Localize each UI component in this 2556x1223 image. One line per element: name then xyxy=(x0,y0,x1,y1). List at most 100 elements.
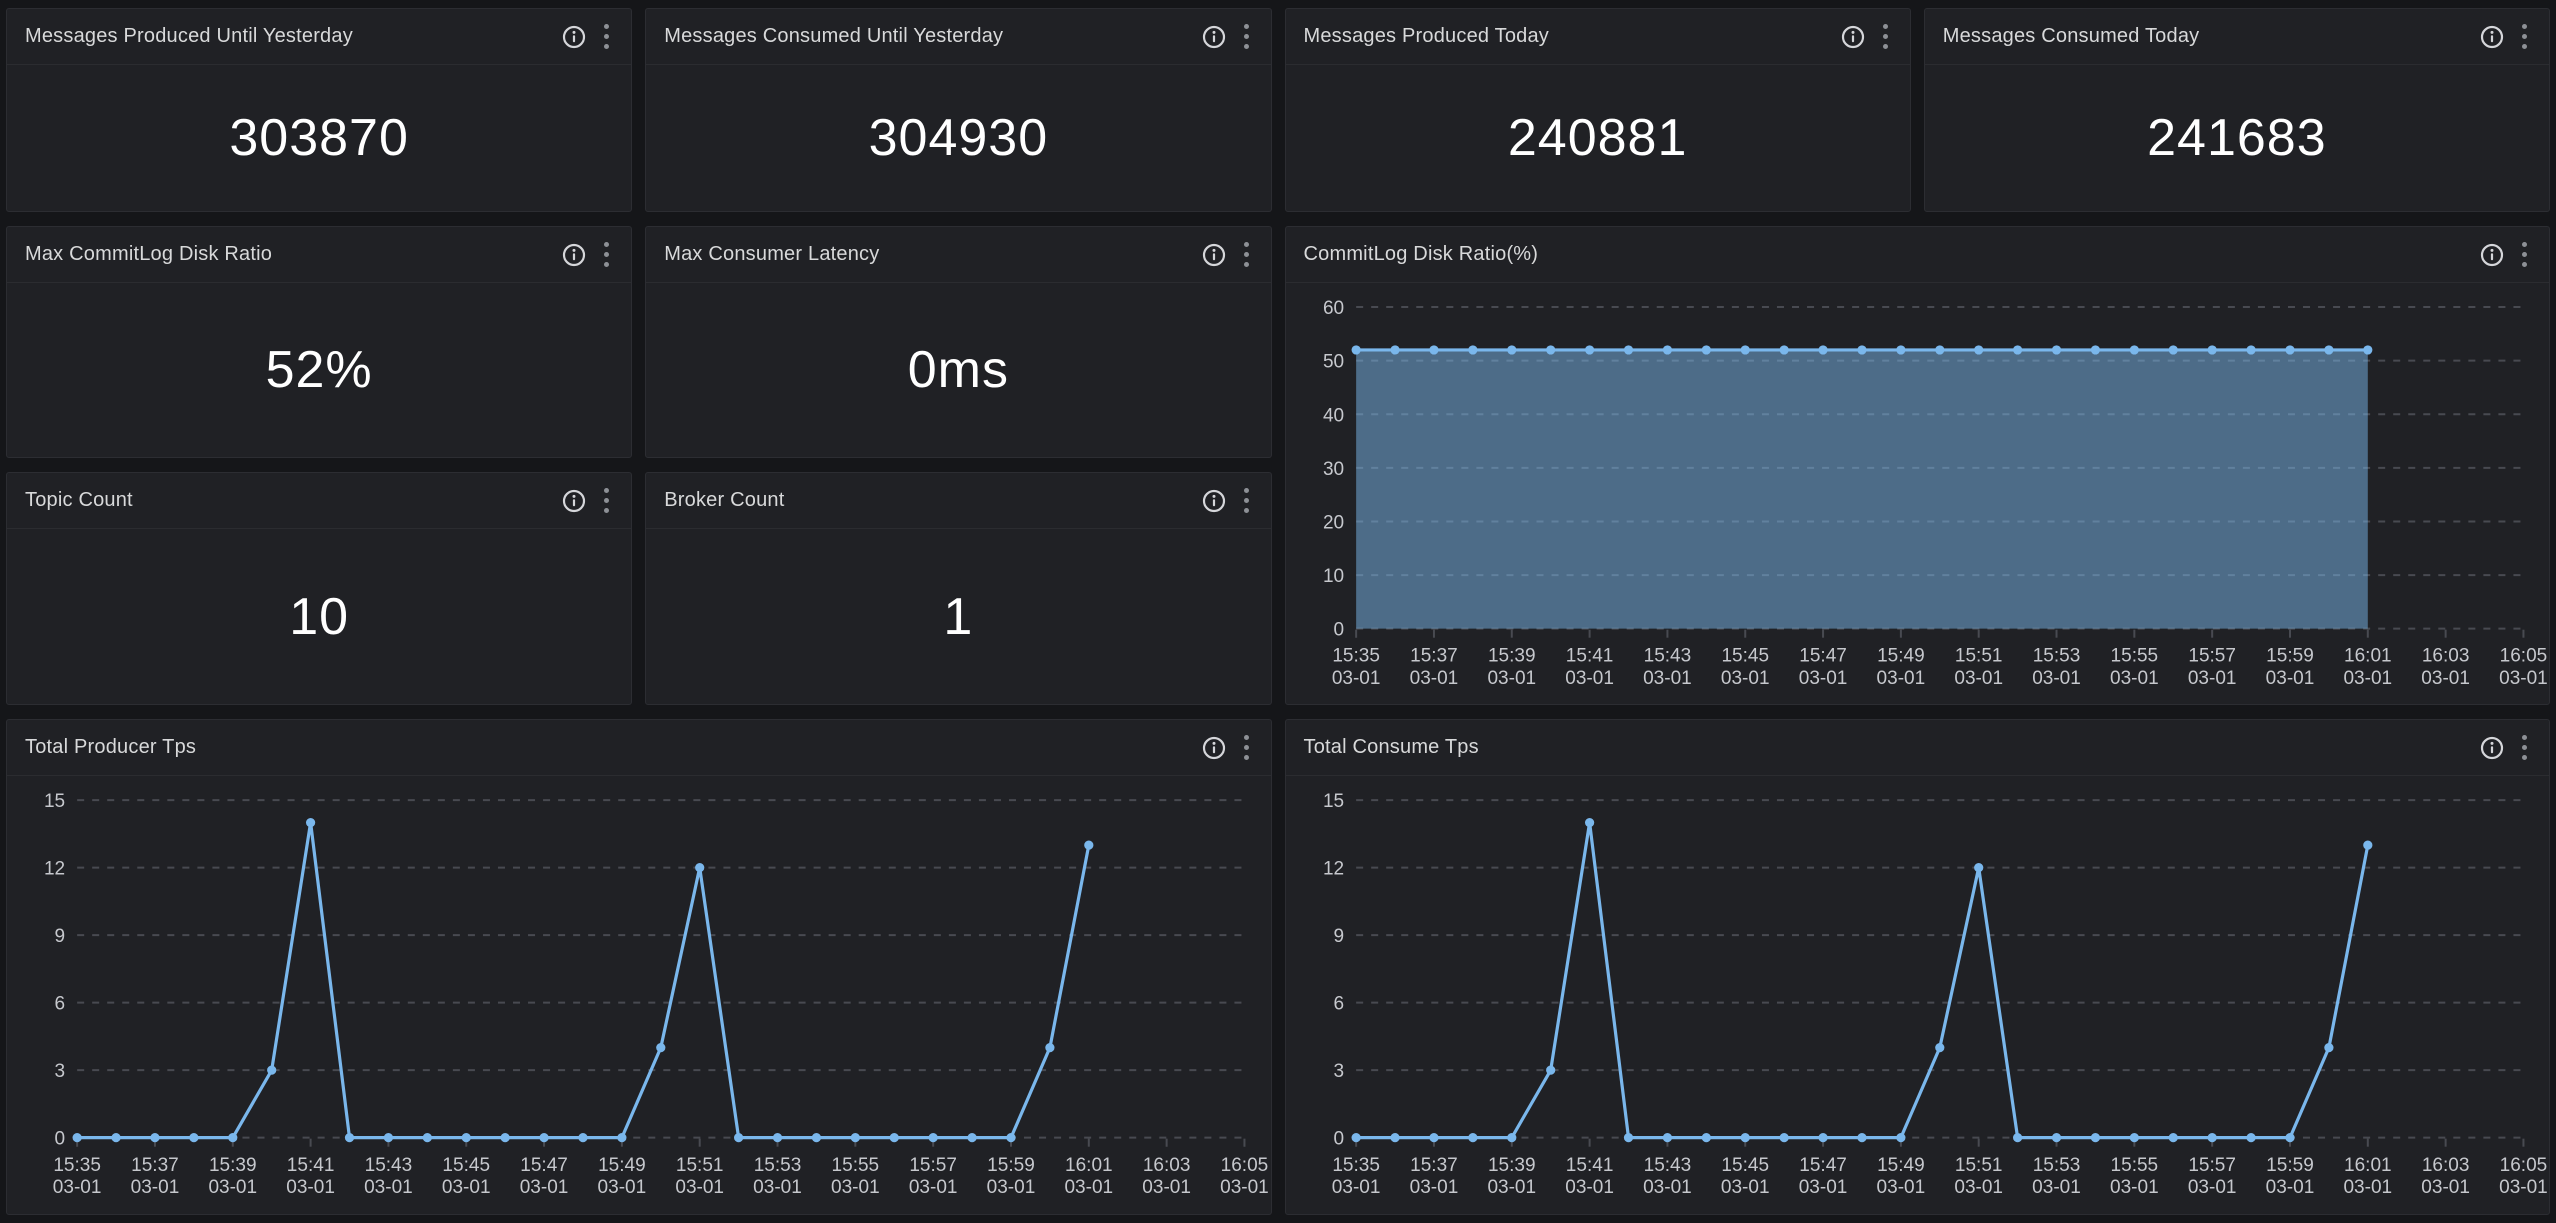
svg-text:16:05: 16:05 xyxy=(2499,1155,2547,1176)
svg-text:03-01: 03-01 xyxy=(909,1177,958,1198)
panel-header[interactable]: CommitLog Disk Ratio(%) xyxy=(1286,227,2550,283)
svg-text:03-01: 03-01 xyxy=(1954,668,2003,689)
panel-header[interactable]: Total Producer Tps xyxy=(7,720,1271,776)
svg-text:03-01: 03-01 xyxy=(1409,668,1458,689)
svg-text:60: 60 xyxy=(1322,298,1343,319)
kebab-menu-icon[interactable] xyxy=(2520,22,2529,51)
stat-value: 10 xyxy=(289,587,349,647)
info-icon[interactable] xyxy=(1202,489,1226,513)
kebab-menu-icon[interactable] xyxy=(602,486,611,515)
info-icon[interactable] xyxy=(562,25,586,49)
svg-text:03-01: 03-01 xyxy=(1798,1177,1847,1198)
info-icon[interactable] xyxy=(2480,736,2504,760)
svg-text:15:43: 15:43 xyxy=(1643,646,1691,667)
svg-text:15:47: 15:47 xyxy=(520,1155,568,1176)
panel-header[interactable]: Messages Consumed Until Yesterday xyxy=(646,9,1270,65)
svg-text:15:57: 15:57 xyxy=(909,1155,957,1176)
kebab-menu-icon[interactable] xyxy=(1242,22,1251,51)
panel-actions xyxy=(562,240,611,269)
kebab-menu-icon[interactable] xyxy=(1242,486,1251,515)
total-consume-tps-chart[interactable]: 0369121515:3503-0115:3703-0115:3903-0115… xyxy=(1286,776,2550,1214)
svg-text:03-01: 03-01 xyxy=(2110,668,2159,689)
stat-value: 0ms xyxy=(908,340,1009,400)
svg-text:0: 0 xyxy=(55,1129,66,1150)
panel-header[interactable]: Messages Produced Today xyxy=(1286,9,1910,65)
panel-actions xyxy=(562,22,611,51)
svg-text:03-01: 03-01 xyxy=(2265,668,2314,689)
panel-actions xyxy=(2480,22,2529,51)
svg-text:03-01: 03-01 xyxy=(208,1177,257,1198)
stat-body: 304930 xyxy=(646,65,1270,211)
kebab-menu-icon[interactable] xyxy=(1242,240,1251,269)
svg-text:03-01: 03-01 xyxy=(2343,668,2392,689)
panel-header[interactable]: Total Consume Tps xyxy=(1286,720,2550,776)
svg-text:15:57: 15:57 xyxy=(2188,646,2236,667)
total-producer-tps-chart[interactable]: 0369121515:3503-0115:3703-0115:3903-0115… xyxy=(7,776,1271,1214)
info-icon[interactable] xyxy=(562,243,586,267)
svg-text:40: 40 xyxy=(1322,405,1343,426)
info-icon[interactable] xyxy=(2480,25,2504,49)
panel-title: Max CommitLog Disk Ratio xyxy=(25,243,272,266)
svg-text:0: 0 xyxy=(1333,1129,1344,1150)
info-icon[interactable] xyxy=(2480,243,2504,267)
kebab-menu-icon[interactable] xyxy=(2520,240,2529,269)
svg-text:03-01: 03-01 xyxy=(1220,1177,1269,1198)
svg-text:03-01: 03-01 xyxy=(2499,668,2548,689)
info-icon[interactable] xyxy=(1202,25,1226,49)
panel-header[interactable]: Messages Produced Until Yesterday xyxy=(7,9,631,65)
panel-header[interactable]: Max CommitLog Disk Ratio xyxy=(7,227,631,283)
svg-text:03-01: 03-01 xyxy=(520,1177,569,1198)
stat-body: 241683 xyxy=(1925,65,2549,211)
info-icon[interactable] xyxy=(1841,25,1865,49)
svg-text:12: 12 xyxy=(1322,859,1343,880)
svg-text:15:35: 15:35 xyxy=(1332,646,1380,667)
svg-text:03-01: 03-01 xyxy=(442,1177,491,1198)
kebab-menu-icon[interactable] xyxy=(1881,22,1890,51)
svg-text:03-01: 03-01 xyxy=(1876,668,1925,689)
panel-actions xyxy=(2480,240,2529,269)
svg-text:15:57: 15:57 xyxy=(2188,1155,2236,1176)
svg-text:03-01: 03-01 xyxy=(2032,1177,2081,1198)
svg-text:03-01: 03-01 xyxy=(2187,1177,2236,1198)
commitlog-disk-ratio-chart[interactable]: 010203040506015:3503-0115:3703-0115:3903… xyxy=(1286,283,2550,705)
svg-text:03-01: 03-01 xyxy=(2265,1177,2314,1198)
svg-text:15:59: 15:59 xyxy=(2266,1155,2314,1176)
svg-text:15: 15 xyxy=(44,791,65,812)
svg-text:03-01: 03-01 xyxy=(1720,1177,1769,1198)
panel-messages-consumed-today: Messages Consumed Today 241683 xyxy=(1924,8,2550,212)
panel-header[interactable]: Topic Count xyxy=(7,473,631,529)
panel-header[interactable]: Max Consumer Latency xyxy=(646,227,1270,283)
svg-text:03-01: 03-01 xyxy=(1954,1177,2003,1198)
svg-text:12: 12 xyxy=(44,859,65,880)
svg-text:03-01: 03-01 xyxy=(1487,668,1536,689)
svg-text:03-01: 03-01 xyxy=(1643,1177,1692,1198)
kebab-menu-icon[interactable] xyxy=(2520,733,2529,762)
info-icon[interactable] xyxy=(1202,243,1226,267)
kebab-menu-icon[interactable] xyxy=(602,22,611,51)
svg-text:15:59: 15:59 xyxy=(987,1155,1035,1176)
svg-text:15:41: 15:41 xyxy=(287,1155,335,1176)
panel-header[interactable]: Broker Count xyxy=(646,473,1270,529)
panel-title: Total Consume Tps xyxy=(1304,736,1479,759)
svg-text:6: 6 xyxy=(1333,994,1344,1015)
kebab-menu-icon[interactable] xyxy=(602,240,611,269)
svg-text:03-01: 03-01 xyxy=(1064,1177,1113,1198)
svg-text:03-01: 03-01 xyxy=(2032,668,2081,689)
info-icon[interactable] xyxy=(562,489,586,513)
svg-text:03-01: 03-01 xyxy=(1565,1177,1614,1198)
panel-actions xyxy=(1202,733,1251,762)
info-icon[interactable] xyxy=(1202,736,1226,760)
svg-text:16:05: 16:05 xyxy=(1221,1155,1269,1176)
svg-text:03-01: 03-01 xyxy=(987,1177,1036,1198)
svg-text:03-01: 03-01 xyxy=(2421,668,2470,689)
svg-text:15:37: 15:37 xyxy=(1410,646,1458,667)
panel-commitlog-disk-ratio-chart: CommitLog Disk Ratio(%) 010203040506015:… xyxy=(1285,226,2551,705)
svg-text:15:45: 15:45 xyxy=(1721,1155,1769,1176)
svg-text:15:39: 15:39 xyxy=(209,1155,257,1176)
panel-title: Broker Count xyxy=(664,489,784,512)
svg-text:15:53: 15:53 xyxy=(2032,646,2080,667)
kebab-menu-icon[interactable] xyxy=(1242,733,1251,762)
svg-text:15:45: 15:45 xyxy=(442,1155,490,1176)
panel-header[interactable]: Messages Consumed Today xyxy=(1925,9,2549,65)
svg-text:15:55: 15:55 xyxy=(2110,1155,2158,1176)
